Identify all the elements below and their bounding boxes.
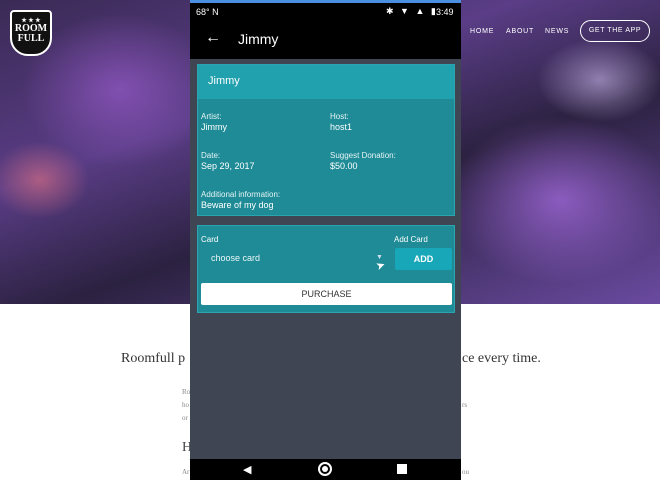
faint-text: Ar [182,468,190,476]
host-label: Host: [330,112,349,121]
arrow-left-icon[interactable]: ← [205,29,221,47]
payment-card: Card Add Card choose card ▼ ➤ ADD PURCHA… [197,225,455,313]
status-time: 3:49 [436,7,454,17]
page-title: Jimmy [238,31,279,47]
phone-screen: 68° N ✱ ▼ ▲ ▮ 3:49 ← Jimmy Jimmy Artist:… [190,0,461,480]
nav-back-icon[interactable]: ◀ [243,463,251,476]
faint-text: ou [462,468,469,476]
nav-home-icon[interactable] [318,462,332,476]
card-label: Card [201,235,219,244]
additional-info-label: Additional information: [201,190,281,199]
additional-info-value: Beware of my dog [201,200,274,210]
app-bar: ← Jimmy [190,22,461,59]
faint-text: rs [462,401,468,409]
faint-text: ho [182,401,189,409]
faint-text: Ro [182,388,191,396]
nav-recents-icon[interactable] [397,464,407,474]
artist-label: Artist: [201,112,222,121]
roomfull-logo[interactable]: ★ ★ ★ ROOM FULL [10,10,52,56]
host-value: host1 [330,122,353,132]
artist-value: Jimmy [201,122,227,132]
date-label: Date: [201,151,221,160]
donation-value: $50.00 [330,161,358,171]
date-value: Sep 29, 2017 [201,161,255,171]
site-nav-news[interactable]: NEWS [545,28,569,35]
site-nav-home[interactable]: HOME [470,28,494,35]
status-icons: ✱ ▼ ▲ ▮ [386,6,438,16]
tagline-left: Roomfull p [121,351,186,366]
status-bar: 68° N ✱ ▼ ▲ ▮ 3:49 [190,0,461,22]
site-nav-about[interactable]: ABOUT [506,28,534,35]
mouse-cursor-icon: ➤ [374,258,388,274]
add-card-label: Add Card [394,235,428,244]
add-card-button[interactable]: ADD [395,248,452,270]
status-left-text: 68° N [196,7,219,17]
tagline-right: ce every time. [462,351,541,366]
event-card-header: Jimmy [198,65,454,99]
android-nav-bar: ◀ [190,459,461,480]
card-select-dropdown[interactable]: choose card [211,253,260,263]
get-the-app-button[interactable]: GET THE APP [580,20,650,42]
faint-text: or [182,414,188,422]
purchase-button[interactable]: PURCHASE [201,283,452,305]
donation-label: Suggest Donation: [330,151,396,160]
logo-text-line-2: FULL [17,33,45,44]
event-details-card: Jimmy Artist: Jimmy Host: host1 Date: Se… [197,64,455,216]
